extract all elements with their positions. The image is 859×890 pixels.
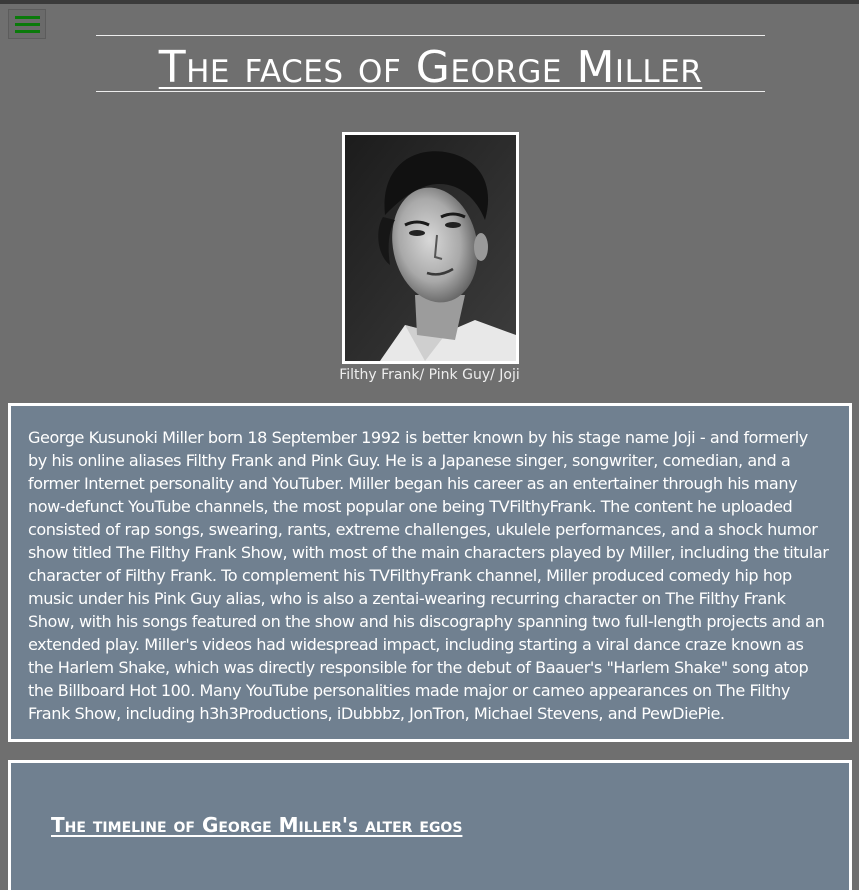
timeline-heading: The timeline of George Miller's alter eg… (51, 813, 463, 837)
portrait-caption: Filthy Frank/ Pink Guy/ Joji (339, 367, 520, 383)
portrait-image (342, 132, 519, 364)
biography-panel: George Kusunoki Miller born 18 September… (8, 403, 852, 742)
page-title: The faces of George Miller (158, 42, 703, 93)
hamburger-menu-icon[interactable] (8, 9, 46, 39)
menu-bar-middle (14, 22, 40, 26)
page-header: The faces of George Miller (96, 35, 765, 93)
timeline-panel: The timeline of George Miller's alter eg… (8, 760, 852, 890)
top-border (0, 0, 859, 4)
menu-bar-top (14, 15, 40, 19)
biography-text: George Kusunoki Miller born 18 September… (28, 428, 829, 723)
menu-bar-bottom (14, 29, 40, 33)
portrait-photo (345, 135, 516, 361)
